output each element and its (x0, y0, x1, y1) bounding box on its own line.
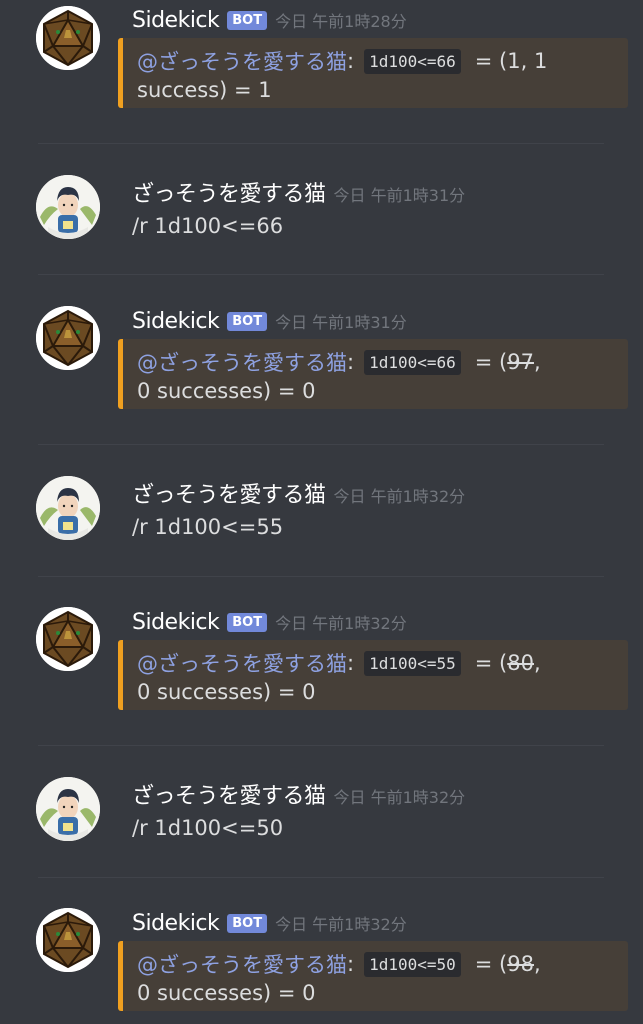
timestamp: 今日 午前1時28分 (275, 12, 407, 31)
d20-die-icon[interactable] (36, 306, 100, 370)
timestamp: 今日 午前1時31分 (275, 313, 407, 332)
username[interactable]: ざっそうを愛する猫 (132, 176, 326, 208)
message-divider (38, 444, 604, 445)
message-divider (38, 877, 604, 878)
result-prefix: = ( (474, 651, 508, 675)
message-header: Sidekick BOT 今日 午前1時28分 (132, 8, 407, 33)
roll-value: 1 (507, 49, 521, 73)
colon: : (347, 952, 355, 976)
cat-lover-character-icon[interactable] (36, 777, 100, 841)
username[interactable]: Sidekick (132, 911, 220, 936)
dice-result-embed: @ざっそうを愛する猫 : 1d100<=55 = ( 80 , 0 succes… (118, 640, 628, 710)
username[interactable]: Sidekick (132, 610, 220, 635)
message-divider (38, 143, 604, 144)
message-text: /r 1d100<=66 (132, 214, 284, 238)
username[interactable]: ざっそうを愛する猫 (132, 778, 326, 810)
colon: : (347, 651, 355, 675)
result-summary: 0 successes) = 0 (137, 379, 316, 403)
result-suffix: , (533, 651, 541, 675)
result-summary: success) = 1 (137, 78, 272, 102)
result-suffix: , 1 (520, 49, 548, 73)
embed-line-2: success) = 1 (137, 78, 272, 102)
bot-badge: BOT (227, 11, 268, 30)
bot-badge: BOT (227, 914, 268, 933)
message-header: ざっそうを愛する猫 今日 午前1時31分 (132, 176, 465, 208)
result-summary: 0 successes) = 0 (137, 981, 316, 1005)
bot-badge: BOT (227, 613, 268, 632)
user-mention[interactable]: @ざっそうを愛する猫 (137, 648, 347, 678)
bot-badge: BOT (227, 312, 268, 331)
username[interactable]: Sidekick (132, 309, 220, 334)
user-mention[interactable]: @ざっそうを愛する猫 (137, 46, 347, 76)
embed-line-1: @ざっそうを愛する猫 : 1d100<=50 = ( 98 , (137, 949, 541, 979)
message-divider (38, 274, 604, 275)
message-header: Sidekick BOT 今日 午前1時32分 (132, 911, 407, 936)
embed-line-1: @ざっそうを愛する猫 : 1d100<=66 = ( 97 , (137, 347, 541, 377)
dice-expression: 1d100<=50 (364, 951, 461, 977)
message-text: /r 1d100<=50 (132, 816, 284, 840)
d20-die-icon[interactable] (36, 908, 100, 972)
dice-result-embed: @ざっそうを愛する猫 : 1d100<=50 = ( 98 , 0 succes… (118, 941, 628, 1011)
message-text: /r 1d100<=55 (132, 515, 284, 539)
result-prefix: = ( (474, 49, 508, 73)
message-divider (38, 576, 604, 577)
message-header: Sidekick BOT 今日 午前1時31分 (132, 309, 407, 334)
result-summary: 0 successes) = 0 (137, 680, 316, 704)
d20-die-icon[interactable] (36, 6, 100, 70)
timestamp: 今日 午前1時32分 (275, 915, 407, 934)
embed-line-1: @ざっそうを愛する猫 : 1d100<=66 = ( 1 , 1 (137, 46, 547, 76)
message-header: Sidekick BOT 今日 午前1時32分 (132, 610, 407, 635)
timestamp: 今日 午前1時32分 (333, 487, 466, 506)
d20-die-icon[interactable] (36, 607, 100, 671)
embed-line-2: 0 successes) = 0 (137, 680, 316, 704)
dice-result-embed: @ざっそうを愛する猫 : 1d100<=66 = ( 1 , 1 success… (118, 38, 628, 108)
dice-expression: 1d100<=55 (364, 650, 461, 676)
result-prefix: = ( (474, 952, 508, 976)
roll-value: 98 (507, 952, 534, 976)
username[interactable]: Sidekick (132, 8, 220, 33)
timestamp: 今日 午前1時31分 (333, 186, 466, 205)
embed-line-2: 0 successes) = 0 (137, 379, 316, 403)
roll-value: 80 (507, 651, 534, 675)
roll-value: 97 (507, 350, 534, 374)
user-mention[interactable]: @ざっそうを愛する猫 (137, 347, 347, 377)
message-header: ざっそうを愛する猫 今日 午前1時32分 (132, 477, 465, 509)
timestamp: 今日 午前1時32分 (333, 788, 466, 807)
dice-expression: 1d100<=66 (364, 349, 461, 375)
message-divider (38, 745, 604, 746)
result-prefix: = ( (474, 350, 508, 374)
embed-line-2: 0 successes) = 0 (137, 981, 316, 1005)
embed-line-1: @ざっそうを愛する猫 : 1d100<=55 = ( 80 , (137, 648, 541, 678)
user-mention[interactable]: @ざっそうを愛する猫 (137, 949, 347, 979)
timestamp: 今日 午前1時32分 (275, 614, 407, 633)
cat-lover-character-icon[interactable] (36, 175, 100, 239)
result-suffix: , (533, 350, 541, 374)
result-suffix: , (533, 952, 541, 976)
message-header: ざっそうを愛する猫 今日 午前1時32分 (132, 778, 465, 810)
colon: : (347, 49, 355, 73)
username[interactable]: ざっそうを愛する猫 (132, 477, 326, 509)
chat-message-list: Sidekick BOT 今日 午前1時28分 @ざっそうを愛する猫 : 1d1… (0, 0, 643, 1024)
cat-lover-character-icon[interactable] (36, 476, 100, 540)
dice-expression: 1d100<=66 (364, 48, 461, 74)
colon: : (347, 350, 355, 374)
dice-result-embed: @ざっそうを愛する猫 : 1d100<=66 = ( 97 , 0 succes… (118, 339, 628, 409)
